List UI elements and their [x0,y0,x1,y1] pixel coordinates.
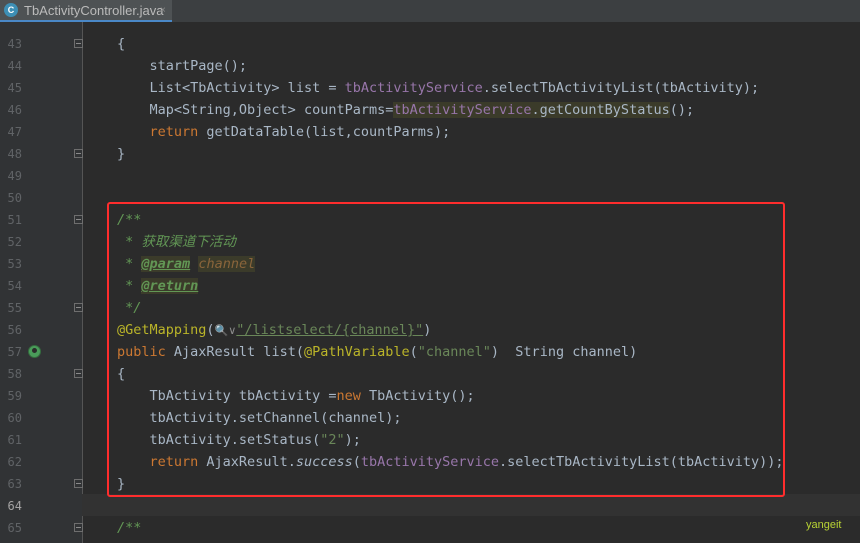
line-number: 57 [7,345,22,359]
token: } [117,146,126,162]
code-line-45: 45 List<TbActivity> list = tbActivitySer… [0,77,860,99]
field-token: tbActivityService [344,80,483,96]
line-number: 47 [7,125,22,139]
line-number: 61 [7,433,22,447]
tab-tbactivitycontroller[interactable]: C TbActivityController.java × [0,0,172,22]
editor-tab-bar: C TbActivityController.java × [0,0,860,22]
annotation-highlight-box [107,202,785,497]
fold-marker-icon[interactable] [74,523,83,532]
token: startPage(); [149,58,248,74]
code-text: List<TbActivity> list = tbActivityServic… [117,77,760,99]
code-line-49: 49 [0,165,860,187]
line-number: 58 [7,367,22,381]
fold-marker-icon[interactable] [74,303,83,312]
tab-title: TbActivityController.java [24,3,164,18]
code-line-44: 44 startPage(); [0,55,860,77]
code-text: } [117,143,125,165]
line-number: 45 [7,81,22,95]
line-number: 60 [7,411,22,425]
fold-marker-icon[interactable] [74,39,83,48]
token: { [117,36,126,52]
code-line-65: 65 /** [0,517,860,539]
fold-marker-icon[interactable] [74,479,83,488]
code-text: /** [117,517,141,539]
java-class-icon: C [4,3,18,17]
line-number: 59 [7,389,22,403]
line-number: 64 [7,499,22,513]
line-number: 44 [7,59,22,73]
token: .selectTbActivityList(tbActivity); [482,80,760,96]
code-text: { [117,33,125,55]
line-number: 63 [7,477,22,491]
line-number: 50 [7,191,22,205]
endpoint-gutter-icon[interactable] [28,345,41,358]
line-number: 48 [7,147,22,161]
code-text: startPage(); [117,55,248,77]
token: List<TbActivity> list = [149,80,345,96]
code-line-48: 48 } [0,143,860,165]
line-number: 46 [7,103,22,117]
line-number: 62 [7,455,22,469]
code-line-46: 46 Map<String,Object> countParms=tbActiv… [0,99,860,121]
field-token: tbActivityService [393,102,532,118]
line-number: 65 [7,521,22,535]
close-tab-icon[interactable]: × [160,0,166,22]
line-number: 55 [7,301,22,315]
line-number: 52 [7,235,22,249]
code-text: return getDataTable(list,countParms); [117,121,451,143]
token: (); [669,102,695,118]
code-text: Map<String,Object> countParms=tbActivity… [117,99,694,121]
line-number: 43 [7,37,22,51]
token: .getCountByStatus [531,102,670,118]
code-line-43: 43 { [0,33,860,55]
token: Map<String,Object> countParms= [149,102,394,118]
fold-marker-icon[interactable] [74,215,83,224]
line-number: 51 [7,213,22,227]
line-number: 53 [7,257,22,271]
line-number: 54 [7,279,22,293]
fold-marker-icon[interactable] [74,369,83,378]
watermark: yangeit [806,519,842,531]
keyword-token: return [149,124,207,140]
token: getDataTable(list,countParms); [206,124,451,140]
line-number: 56 [7,323,22,337]
fold-marker-icon[interactable] [74,149,83,158]
line-number: 49 [7,169,22,183]
code-line-47: 47 return getDataTable(list,countParms); [0,121,860,143]
code-line-64: 64 [0,495,860,517]
comment-token: /** [117,520,142,536]
